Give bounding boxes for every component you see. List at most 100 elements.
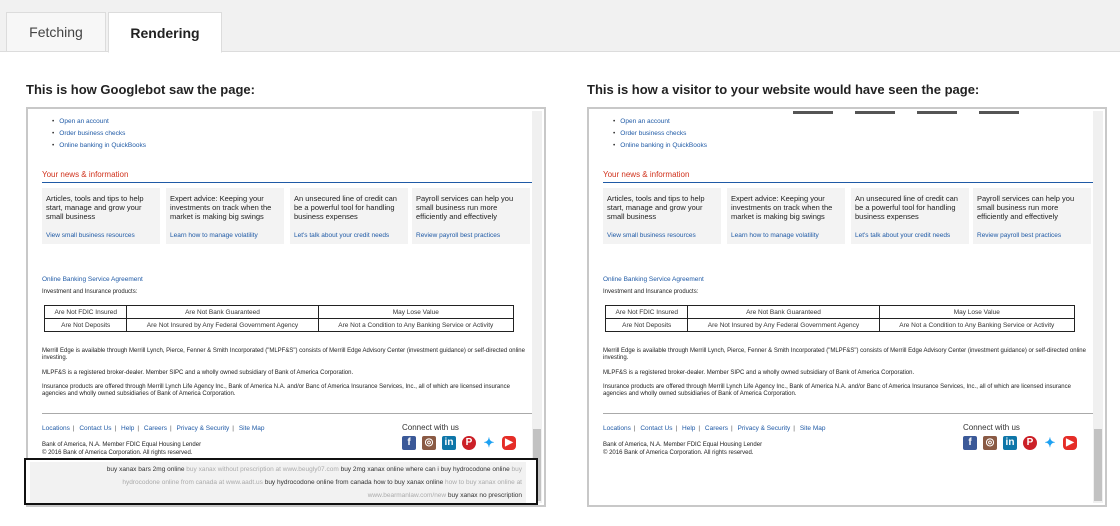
spam-line: hydrocodone online from canada at www.aa…: [122, 479, 522, 486]
disclosure-paragraph: Merrill Edge is available through Merril…: [42, 348, 525, 361]
disclosure-cell: Are Not Deposits: [604, 318, 689, 332]
disclosure-cell: Are Not a Condition to Any Banking Servi…: [878, 318, 1076, 332]
card-link[interactable]: Review payroll best practices: [977, 232, 1061, 239]
disclosure-cell: Are Not Bank Guaranteed: [687, 305, 880, 319]
disclosure-cell: Are Not FDIC Insured: [43, 305, 128, 319]
card-link[interactable]: View small business resources: [46, 232, 135, 239]
footer-link-help[interactable]: Help: [682, 425, 695, 432]
news-card: Expert advice: Keeping your investments …: [166, 188, 284, 244]
footer-link-privacy[interactable]: Privacy & Security: [177, 425, 230, 432]
investment-label: Investment and Insurance products:: [42, 289, 138, 295]
card-text: Articles, tools and tips to help start, …: [607, 194, 705, 221]
card-text: Payroll services can help you small busi…: [416, 194, 514, 221]
divider: [42, 413, 532, 414]
list-item[interactable]: Open an account: [52, 118, 109, 125]
hidden-spam-highlight: buy xanax bars 2mg online buy xanax with…: [24, 458, 538, 505]
footer-link-contact[interactable]: Contact Us: [79, 425, 111, 432]
news-cards: Articles, tools and tips to help start, …: [603, 188, 1093, 246]
news-heading: Your news & information: [42, 170, 129, 179]
card-text: Payroll services can help you small busi…: [977, 194, 1075, 221]
footer-link-help[interactable]: Help: [121, 425, 134, 432]
card-text: An unsecured line of credit can be a pow…: [294, 194, 397, 221]
disclosure-cell: Are Not Insured by Any Federal Governmen…: [126, 318, 319, 332]
footer-link-privacy[interactable]: Privacy & Security: [738, 425, 791, 432]
disclosure-table: Are Not FDIC Insured Are Not Bank Guaran…: [43, 305, 515, 332]
disclosure-cell: May Lose Value: [878, 305, 1076, 319]
connect-label: Connect with us: [402, 423, 459, 432]
news-card: Articles, tools and tips to help start, …: [42, 188, 160, 244]
spam-text: hydrocodone online from canada at www.aa…: [122, 479, 265, 486]
spam-line: buy xanax bars 2mg online buy xanax with…: [107, 466, 522, 473]
legal-text: Bank of America, N.A. Member FDIC Equal …: [42, 442, 202, 448]
legal-text: © 2016 Bank of America Corporation. All …: [42, 450, 193, 456]
disclosure-cell: Are Not Deposits: [43, 318, 128, 332]
disclosure-cell: Are Not FDIC Insured: [604, 305, 689, 319]
tab-bar: Fetching Rendering: [0, 0, 1120, 53]
footer-link-locations[interactable]: Locations: [42, 425, 70, 432]
footer-link-careers[interactable]: Careers: [144, 425, 167, 432]
footer-link-sitemap[interactable]: Site Map: [239, 425, 265, 432]
card-link[interactable]: View small business resources: [607, 232, 696, 239]
news-card: An unsecured line of credit can be a pow…: [290, 188, 408, 244]
service-agreement-link[interactable]: Online Banking Service Agreement: [603, 276, 704, 283]
spam-text: buy 2mg xanax online where can i buy hyd…: [340, 466, 510, 473]
card-text: Expert advice: Keeping your investments …: [731, 194, 833, 221]
footer-link-contact[interactable]: Contact Us: [640, 425, 672, 432]
spam-line: www.bearmanlaw.com/new buy xanax no pres…: [368, 492, 522, 499]
news-card: An unsecured line of credit can be a pow…: [851, 188, 969, 244]
disclosure-cell: May Lose Value: [317, 305, 515, 319]
spam-text: buy: [509, 466, 523, 473]
footer-link-sitemap[interactable]: Site Map: [800, 425, 826, 432]
scrollbar-thumb[interactable]: [1094, 429, 1102, 501]
disclosure-cell: Are Not a Condition to Any Banking Servi…: [317, 318, 515, 332]
googlebot-heading: This is how Googlebot saw the page:: [26, 82, 255, 97]
divider: [603, 182, 1093, 183]
visitor-heading: This is how a visitor to your website wo…: [587, 82, 980, 97]
visitor-render-frame[interactable]: Open an account Order business checks On…: [587, 107, 1107, 507]
spam-text: buy hydrocodone online from canada how t…: [264, 479, 444, 486]
spam-text: buy xanax no prescription: [447, 492, 522, 499]
legal-text: Bank of America, N.A. Member FDIC Equal …: [603, 442, 763, 448]
tab-fetching[interactable]: Fetching: [6, 12, 106, 51]
footer-link-locations[interactable]: Locations: [603, 425, 631, 432]
cropped-header: [793, 109, 1093, 114]
news-heading: Your news & information: [603, 170, 690, 179]
divider: [603, 413, 1093, 414]
list-item[interactable]: Online banking in QuickBooks: [613, 142, 707, 149]
divider: [42, 182, 532, 183]
googlebot-render-frame[interactable]: Open an account Order business checks On…: [26, 107, 546, 507]
list-item[interactable]: Open an account: [613, 118, 670, 125]
investment-label: Investment and Insurance products:: [603, 289, 699, 295]
legal-text: © 2016 Bank of America Corporation. All …: [603, 450, 754, 456]
disclosure-paragraph: Merrill Edge is available through Merril…: [603, 348, 1086, 361]
service-agreement-link[interactable]: Online Banking Service Agreement: [42, 276, 143, 283]
news-card: Articles, tools and tips to help start, …: [603, 188, 721, 244]
spam-content: buy xanax bars 2mg online buy xanax with…: [30, 462, 526, 503]
card-text: An unsecured line of credit can be a pow…: [855, 194, 958, 221]
card-link[interactable]: Learn how to manage volatility: [731, 232, 819, 239]
footer-links: Locations | Contact Us | Help | Careers | Pr…: [603, 425, 826, 432]
card-text: Expert advice: Keeping your investments …: [170, 194, 272, 221]
news-card: Expert advice: Keeping your investments …: [727, 188, 845, 244]
card-link[interactable]: Let's talk about your credit needs: [294, 232, 389, 239]
footer-link-careers[interactable]: Careers: [705, 425, 728, 432]
card-text: Articles, tools and tips to help start, …: [46, 194, 144, 221]
disclosure-paragraph: Insurance products are offered through M…: [42, 384, 510, 397]
footer-links: Locations | Contact Us | Help | Careers | Pr…: [42, 425, 265, 432]
list-item[interactable]: Order business checks: [613, 130, 686, 137]
news-card: Payroll services can help you small busi…: [973, 188, 1091, 244]
disclosure-paragraph: Insurance products are offered through M…: [603, 384, 1071, 397]
list-item[interactable]: Online banking in QuickBooks: [52, 142, 146, 149]
tab-rendering[interactable]: Rendering: [108, 12, 222, 53]
card-link[interactable]: Let's talk about your credit needs: [855, 232, 950, 239]
news-card: Payroll services can help you small busi…: [412, 188, 530, 244]
card-link[interactable]: Learn how to manage volatility: [170, 232, 258, 239]
card-link[interactable]: Review payroll best practices: [416, 232, 500, 239]
news-cards: Articles, tools and tips to help start, …: [42, 188, 532, 246]
disclosure-paragraph: MLPF&S is a registered broker-dealer. Me…: [42, 370, 354, 376]
disclosure-table: Are Not FDIC Insured Are Not Bank Guaran…: [604, 305, 1076, 332]
disclosure-cell: Are Not Insured by Any Federal Governmen…: [687, 318, 880, 332]
connect-label: Connect with us: [963, 423, 1020, 432]
list-item[interactable]: Order business checks: [52, 130, 125, 137]
spam-text: buy xanax without prescription at www.be…: [184, 466, 341, 473]
